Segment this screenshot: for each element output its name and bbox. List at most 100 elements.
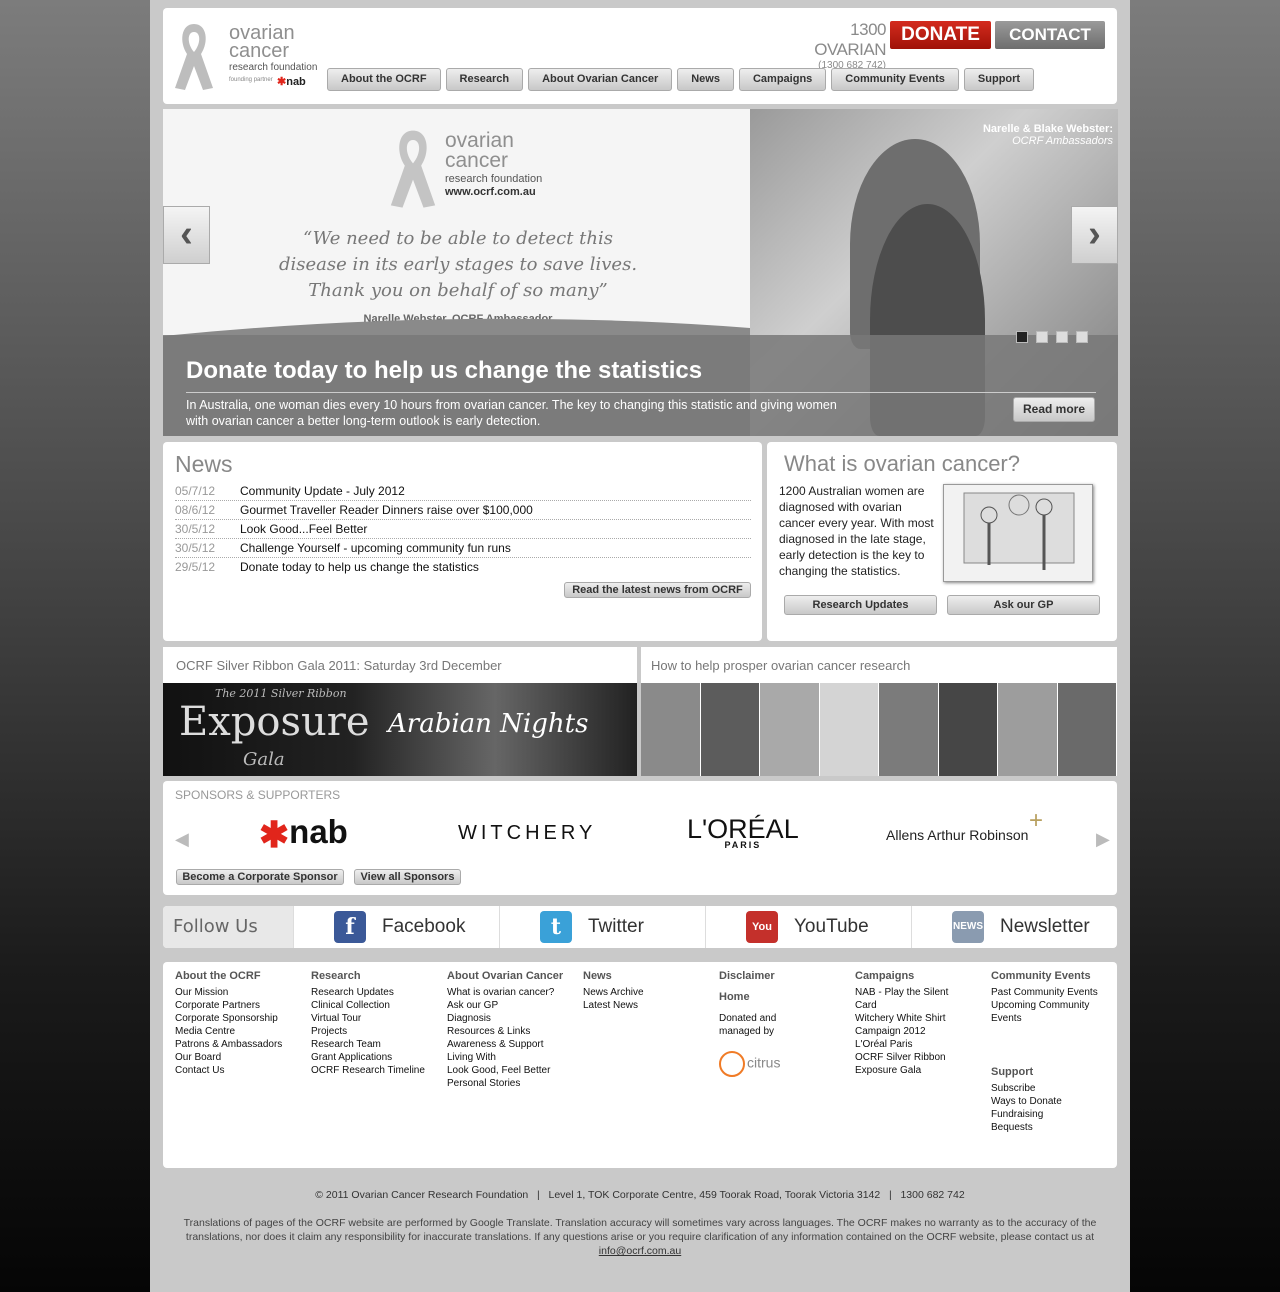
footer-link[interactable]: L'Oréal Paris [855, 1038, 965, 1051]
help-photo-strip[interactable] [641, 683, 1117, 776]
read-more-button[interactable]: Read more [1013, 397, 1095, 422]
footer-link[interactable]: Upcoming Community Events [991, 999, 1107, 1025]
footer-link[interactable]: Research Updates [311, 986, 425, 999]
footer-heading[interactable]: Support [991, 1066, 1107, 1079]
footer-link[interactable]: OCRF Research Timeline [311, 1064, 425, 1077]
footer-link[interactable]: Fundraising [991, 1108, 1107, 1121]
loreal-sponsor-logo[interactable]: L'ORÉAL PARIS [687, 814, 799, 850]
nav-about-ocrf[interactable]: About the OCRF [327, 68, 441, 91]
news-item[interactable]: 08/6/12 Gourmet Traveller Reader Dinners … [175, 501, 751, 520]
footer-link[interactable]: Media Centre [175, 1025, 282, 1038]
footer-link[interactable]: Subscribe [991, 1082, 1107, 1095]
nav-campaigns[interactable]: Campaigns [738, 68, 827, 91]
nav-research[interactable]: Research [445, 68, 524, 91]
footer-home-link[interactable]: Home [719, 991, 829, 1004]
footer-link[interactable]: Past Community Events [991, 986, 1107, 999]
slider-dot-1[interactable] [1016, 331, 1028, 343]
nav-about-ovarian-cancer[interactable]: About Ovarian Cancer [528, 68, 673, 91]
newsletter-link[interactable]: NEWS Newsletter [911, 906, 1117, 948]
news-item[interactable]: 29/5/12 Donate today to help us change th… [175, 558, 751, 577]
footer-heading[interactable]: About Ovarian Cancer [447, 970, 563, 983]
donate-button[interactable]: DONATE [890, 21, 991, 49]
news-item[interactable]: 30/5/12 Challenge Yourself - upcoming com… [175, 539, 751, 558]
footer-link[interactable]: Living With [447, 1051, 563, 1064]
footer-link[interactable]: News Archive [583, 986, 644, 999]
allens-sponsor-logo[interactable]: Allens Arthur Robinson [886, 827, 1028, 843]
footer-link[interactable]: Personal Stories [447, 1077, 563, 1090]
news-item[interactable]: 05/7/12 Community Update - July 2012 [175, 482, 751, 501]
footer-link[interactable]: Projects [311, 1025, 425, 1038]
contact-us-button[interactable]: CONTACT US [995, 21, 1105, 72]
nav-support[interactable]: Support [963, 68, 1035, 91]
doctor-illustration[interactable] [943, 484, 1093, 582]
page-container: ovarian cancer research foundation foundi… [150, 0, 1130, 1292]
footer-link[interactable]: Patrons & Ambassadors [175, 1038, 282, 1051]
slider-prev-button[interactable]: ‹ [163, 206, 210, 264]
footer-link[interactable]: Corporate Partners [175, 999, 282, 1012]
witchery-sponsor-logo[interactable]: WITCHERY [458, 822, 596, 845]
news-title[interactable]: Gourmet Traveller Reader Dinners raise o… [240, 501, 533, 519]
news-item[interactable]: 30/5/12 Look Good...Feel Better [175, 520, 751, 539]
footer-link[interactable]: Latest News [583, 999, 644, 1012]
sponsors-next-icon[interactable]: ▶ [1096, 829, 1110, 850]
footer-col-disclaimer: Disclaimer Home Donated and managed by [719, 970, 829, 1038]
news-date: 30/5/12 [175, 541, 216, 555]
slider-dot-3[interactable] [1056, 331, 1068, 343]
site-logo[interactable]: ovarian cancer research foundation foundi… [173, 20, 323, 95]
research-updates-button[interactable]: Research Updates [784, 595, 937, 615]
footer-heading[interactable]: Research [311, 970, 425, 983]
news-title[interactable]: Donate today to help us change the stati… [240, 558, 479, 577]
slider-next-button[interactable]: › [1071, 206, 1118, 264]
news-title[interactable]: Community Update - July 2012 [240, 482, 405, 500]
slider-dot-4[interactable] [1076, 331, 1088, 343]
nav-community-events[interactable]: Community Events [831, 68, 959, 91]
gala-banner[interactable]: The 2011 Silver Ribbon Exposure Gala Ara… [163, 683, 637, 776]
sponsors-prev-icon[interactable]: ◀ [175, 829, 189, 850]
nab-sponsor-logo[interactable]: ✱nab [259, 813, 348, 856]
news-title[interactable]: Challenge Yourself - upcoming community … [240, 539, 511, 557]
nav-news[interactable]: News [677, 68, 734, 91]
footer-link[interactable]: Clinical Collection [311, 999, 425, 1012]
footer-link[interactable]: Research Team [311, 1038, 425, 1051]
footer-link[interactable]: Resources & Links [447, 1025, 563, 1038]
footer-link[interactable]: Our Board [175, 1051, 282, 1064]
help-heading: How to help prosper ovarian cancer resea… [651, 658, 911, 673]
footer-link[interactable]: NAB - Play the Silent Card [855, 986, 965, 1012]
ambassador-names: Narelle & Blake Webster: [982, 123, 1113, 135]
what-text: 1200 Australian women are diagnosed with… [779, 484, 934, 578]
footer-link[interactable]: OCRF Silver Ribbon Exposure Gala [855, 1051, 965, 1077]
facebook-link[interactable]: f Facebook [293, 906, 499, 948]
citrus-icon [719, 1051, 745, 1077]
footer-link[interactable]: Contact Us [175, 1064, 282, 1077]
youtube-link[interactable]: You YouTube [705, 906, 911, 948]
help-photo [938, 683, 998, 776]
footer-link[interactable]: Bequests [991, 1121, 1107, 1134]
citrus-logo[interactable]: citrus [719, 1051, 780, 1077]
footer-link[interactable]: Witchery White Shirt Campaign 2012 [855, 1012, 965, 1038]
footer-link[interactable]: Our Mission [175, 986, 282, 999]
footer-heading[interactable]: News [583, 970, 644, 983]
footer-link[interactable]: What is ovarian cancer? [447, 986, 563, 999]
become-sponsor-button[interactable]: Become a Corporate Sponsor [176, 869, 344, 885]
ask-our-gp-button[interactable]: Ask our GP [947, 595, 1100, 615]
footer-heading[interactable]: About the OCRF [175, 970, 282, 983]
footer-link[interactable]: Grant Applications [311, 1051, 425, 1064]
footer-disclaimer-link[interactable]: Disclaimer [719, 970, 829, 983]
view-all-sponsors-button[interactable]: View all Sponsors [354, 869, 461, 885]
footer-link[interactable]: Ask our GP [447, 999, 563, 1012]
news-title[interactable]: Look Good...Feel Better [240, 520, 367, 538]
footer-link[interactable]: Look Good, Feel Better [447, 1064, 563, 1077]
twitter-link[interactable]: t Twitter [499, 906, 705, 948]
footer-heading[interactable]: Campaigns [855, 970, 965, 983]
slider-dot-2[interactable] [1036, 331, 1048, 343]
footer-link[interactable]: Corporate Sponsorship [175, 1012, 282, 1025]
footer-link[interactable]: Ways to Donate [991, 1095, 1107, 1108]
footer-link[interactable]: Diagnosis [447, 1012, 563, 1025]
footer-link[interactable]: Virtual Tour [311, 1012, 425, 1025]
read-latest-news-button[interactable]: Read the latest news from OCRF [564, 582, 751, 598]
footer-link[interactable]: Awareness & Support [447, 1038, 563, 1051]
what-heading: What is ovarian cancer? [784, 451, 1020, 476]
footer-heading[interactable]: Community Events [991, 970, 1107, 983]
contact-email-link[interactable]: info@ocrf.com.au [599, 1245, 681, 1257]
footer-col-community: Community Events Past Community Events U… [991, 970, 1107, 1025]
